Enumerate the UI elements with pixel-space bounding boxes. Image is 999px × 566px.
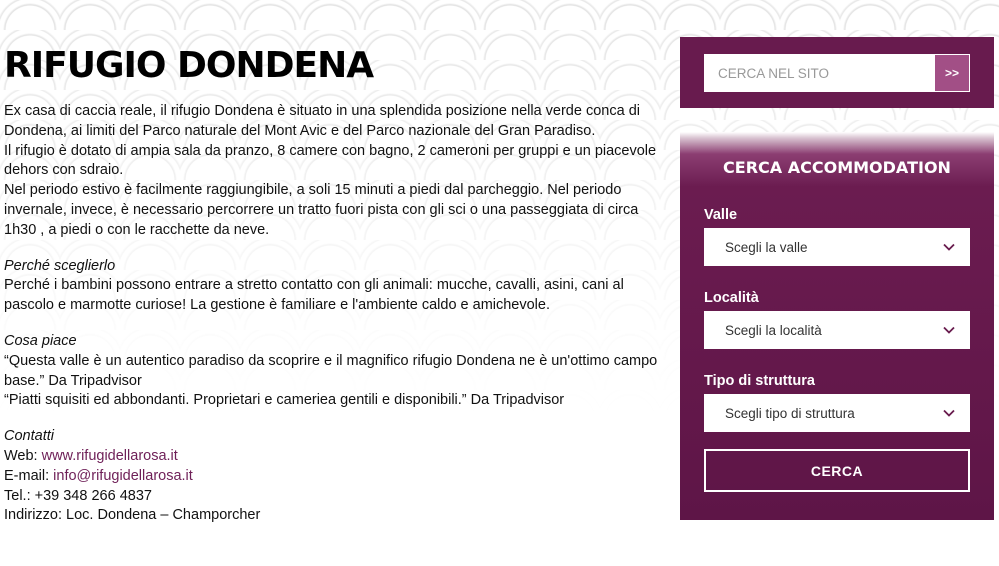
web-label: Web: xyxy=(4,447,42,464)
valle-select-value: Scegli la valle xyxy=(725,239,808,255)
why-text: Perché i bambini possono entrare a stret… xyxy=(4,277,624,314)
contact-email: E-mail: info@rifugidellarosa.it xyxy=(4,467,659,487)
contact-web: Web: www.rifugidellarosa.it xyxy=(4,447,659,467)
site-search-input[interactable] xyxy=(704,54,934,92)
likes-section: Cosa piace “Questa valle è un autentico … xyxy=(4,332,659,411)
chevron-down-icon xyxy=(943,409,955,417)
article: RIFUGIO DONDENA Ex casa di caccia reale,… xyxy=(4,44,659,542)
tipo-select-value: Scegli tipo di struttura xyxy=(725,405,855,421)
contacts-heading: Contatti xyxy=(4,428,54,445)
sidebar: >> CERCA ACCOMMODATION Valle Scegli la v… xyxy=(680,37,994,520)
contacts-section: Contatti Web: www.rifugidellarosa.it E-m… xyxy=(4,427,659,526)
contact-address: Indirizzo: Loc. Dondena – Champorcher xyxy=(4,507,261,524)
contact-phone: Tel.: +39 348 266 4837 xyxy=(4,487,152,504)
email-label: E-mail: xyxy=(4,467,54,484)
tipo-select[interactable]: Scegli tipo di struttura xyxy=(704,394,970,432)
intro-paragraph: Il rifugio è dotato di ampia sala da pra… xyxy=(4,142,657,179)
email-link[interactable]: info@rifugidellarosa.it xyxy=(53,468,193,484)
intro-paragraph: Nel periodo estivo è facilmente raggiung… xyxy=(4,182,639,238)
tipo-label: Tipo di struttura xyxy=(704,373,815,389)
why-heading: Perché sceglierlo xyxy=(4,257,116,274)
site-search-box: >> xyxy=(680,37,994,108)
why-section: Perché sceglierlo Perché i bambini posso… xyxy=(4,257,659,316)
valle-select[interactable]: Scegli la valle xyxy=(704,228,970,266)
accommodation-search-button[interactable]: CERCA xyxy=(704,449,970,492)
site-search-button[interactable]: >> xyxy=(934,54,970,92)
intro-paragraph: Ex casa di caccia reale, il rifugio Dond… xyxy=(4,103,640,139)
localita-select-value: Scegli la località xyxy=(725,322,822,338)
intro-section: Ex casa di caccia reale, il rifugio Dond… xyxy=(4,102,659,241)
localita-select[interactable]: Scegli la località xyxy=(704,311,970,349)
chevron-down-icon xyxy=(943,243,955,251)
chevron-down-icon xyxy=(943,326,955,334)
localita-label: Località xyxy=(704,290,759,306)
likes-heading: Cosa piace xyxy=(4,332,77,349)
review-quote: “Piatti squisiti ed abbondanti. Propriet… xyxy=(4,392,565,409)
web-link[interactable]: www.rifugidellarosa.it xyxy=(42,448,178,464)
valle-label: Valle xyxy=(704,207,738,223)
search-row: >> xyxy=(704,54,970,92)
review-quote: “Questa valle è un autentico paradiso da… xyxy=(4,352,658,389)
accommodation-title: CERCA ACCOMMODATION xyxy=(723,158,951,177)
page-title: RIFUGIO DONDENA xyxy=(4,45,374,86)
accommodation-search-panel: CERCA ACCOMMODATION Valle Scegli la vall… xyxy=(680,132,994,520)
